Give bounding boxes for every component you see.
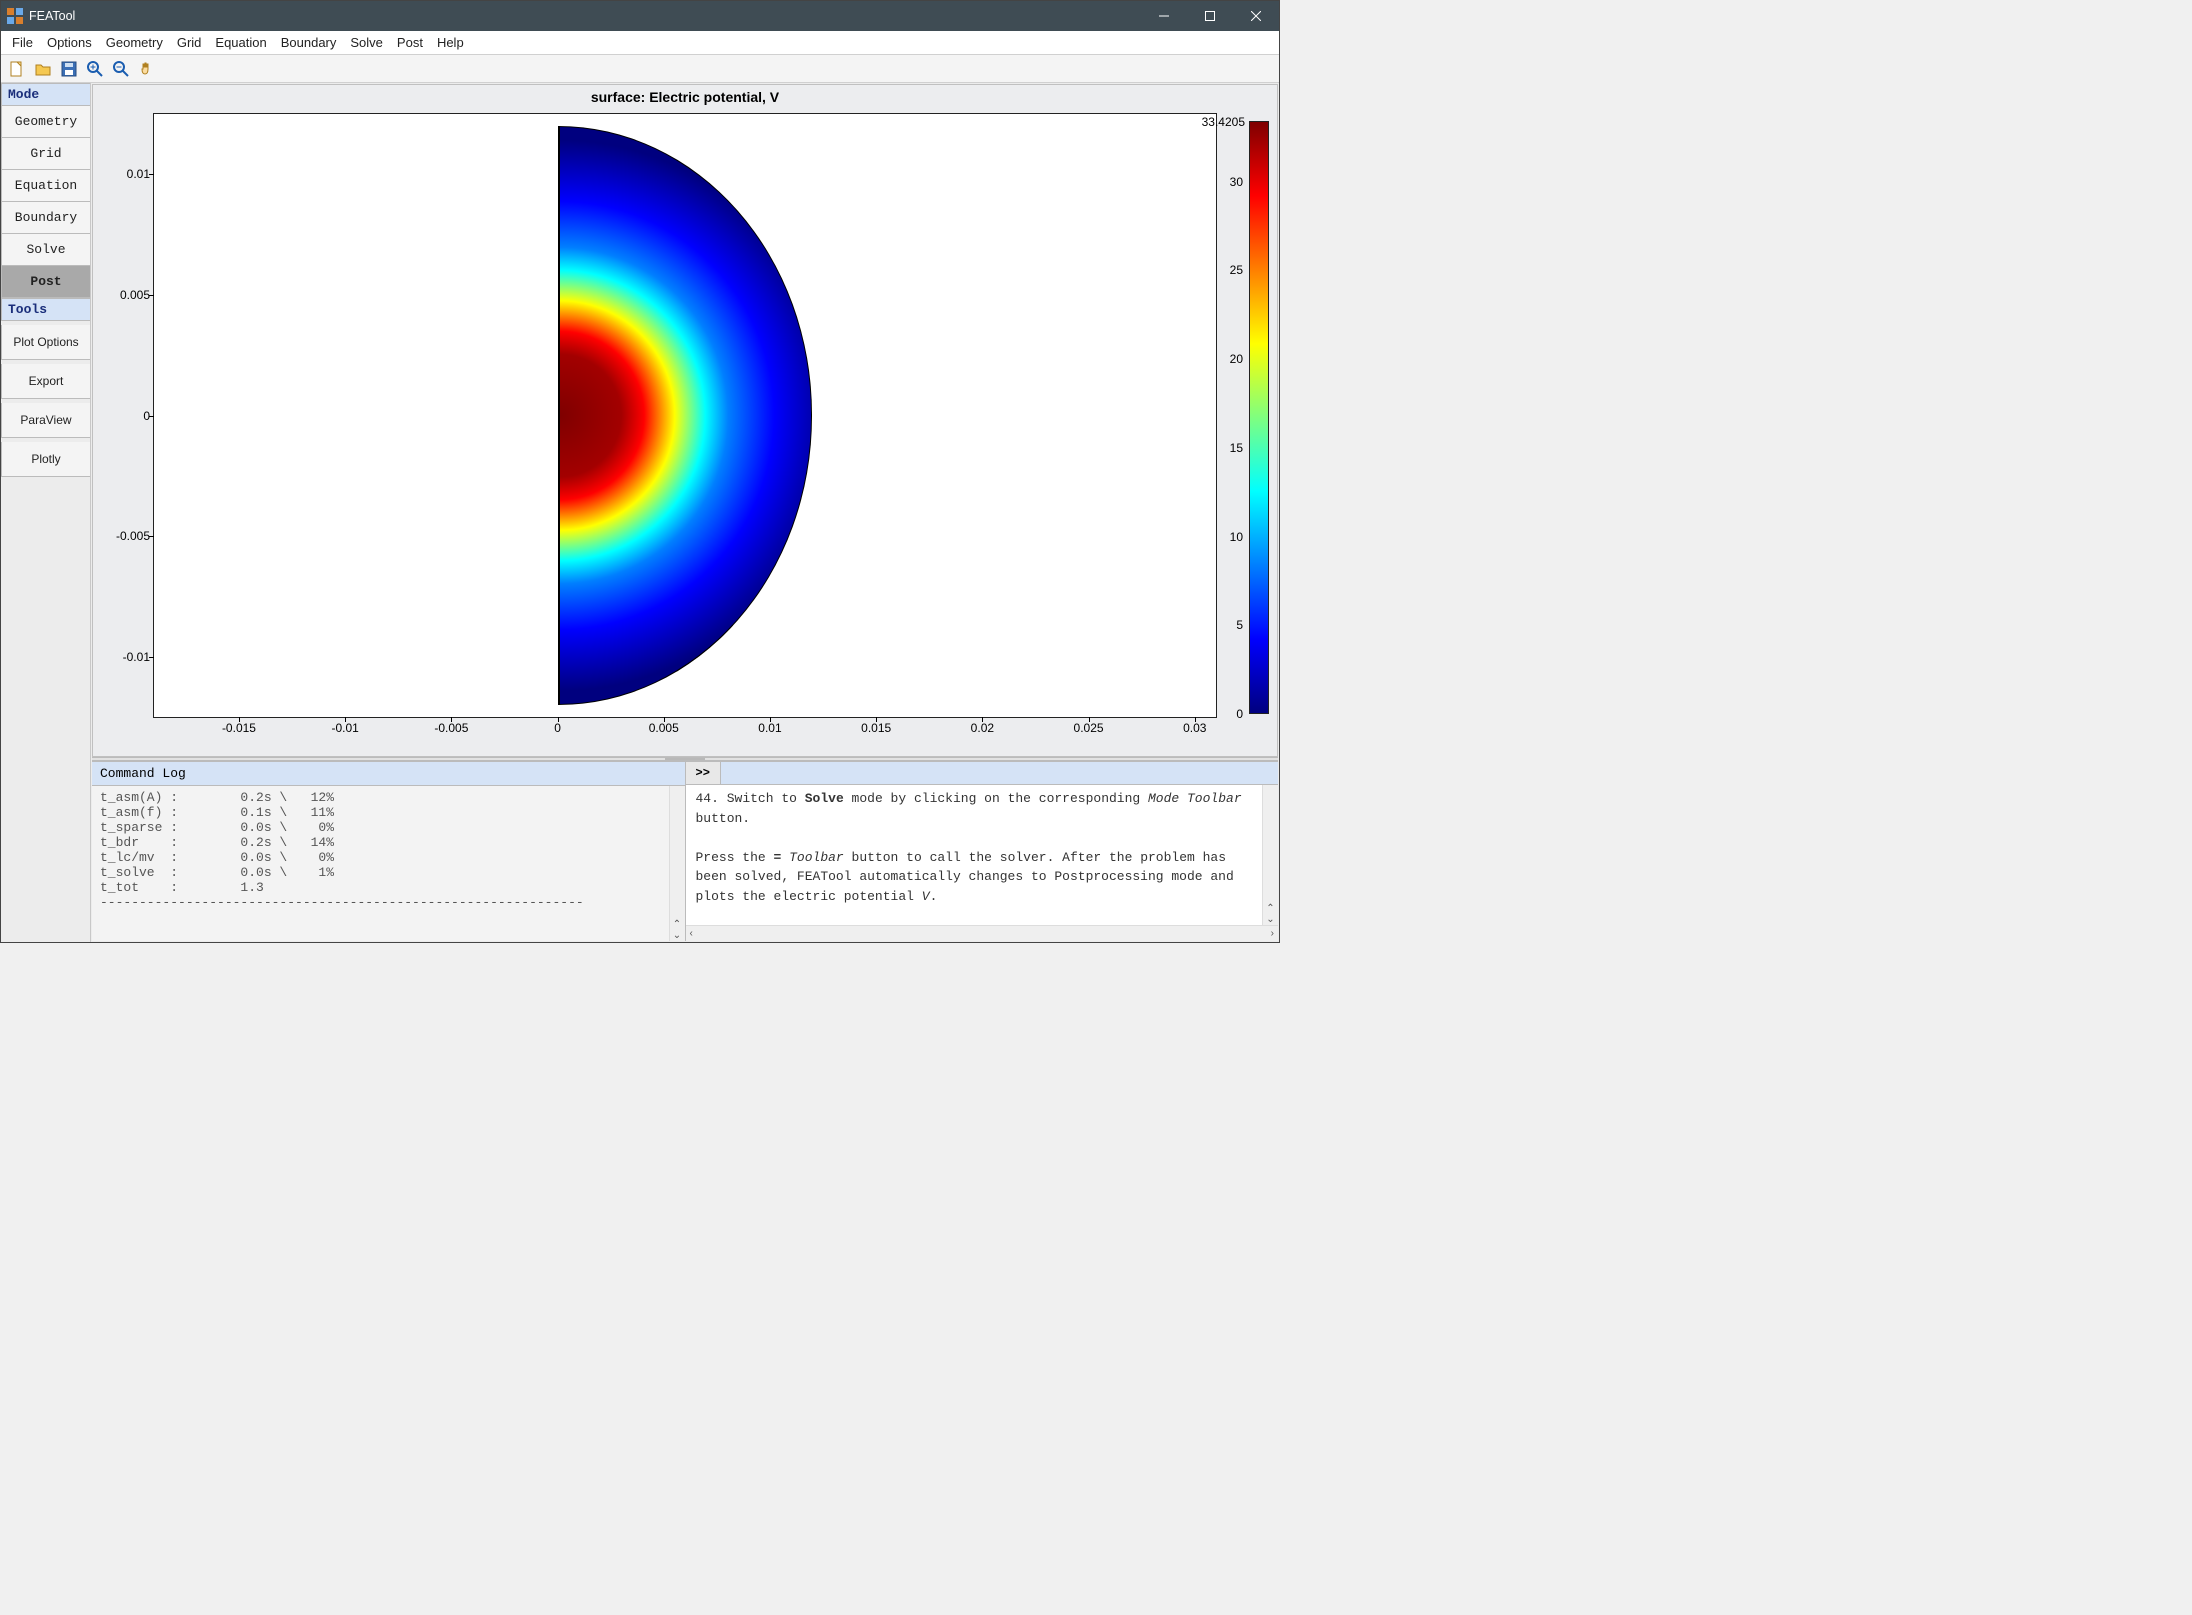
help-panel: >> 44. Switch to Solve mode by clicking … xyxy=(686,762,1279,941)
log-scrollbar[interactable]: ⌃⌄ xyxy=(669,786,685,941)
surface-plot xyxy=(558,126,813,705)
command-log-header: Command Log xyxy=(92,762,685,786)
x-tick: 0.01 xyxy=(758,721,781,735)
x-tick: -0.01 xyxy=(331,721,358,735)
colorbar-tick: 10 xyxy=(1230,530,1243,544)
command-input[interactable] xyxy=(721,762,1278,784)
colorbar-tick: 5 xyxy=(1236,618,1243,632)
x-tick: 0.015 xyxy=(861,721,891,735)
colorbar-tick: 30 xyxy=(1230,175,1243,189)
open-file-button[interactable] xyxy=(31,57,55,81)
mode-button-solve[interactable]: Solve xyxy=(1,234,90,266)
x-tick: 0.005 xyxy=(649,721,679,735)
pan-button[interactable] xyxy=(135,57,159,81)
colorbar: 051015202530 xyxy=(1249,121,1269,714)
app-window: FEATool FileOptionsGeometryGridEquationB… xyxy=(0,0,1280,943)
x-tick: -0.015 xyxy=(222,721,256,735)
mode-button-boundary[interactable]: Boundary xyxy=(1,202,90,234)
help-body[interactable]: 44. Switch to Solve mode by clicking on … xyxy=(686,785,1263,925)
minimize-button[interactable] xyxy=(1141,1,1187,31)
mode-button-post[interactable]: Post xyxy=(1,266,90,298)
colorbar-tick: 15 xyxy=(1230,441,1243,455)
icon-toolbar xyxy=(1,55,1279,83)
mode-button-grid[interactable]: Grid xyxy=(1,138,90,170)
x-tick: 0.025 xyxy=(1074,721,1104,735)
menu-geometry[interactable]: Geometry xyxy=(99,33,170,52)
menu-solve[interactable]: Solve xyxy=(343,33,390,52)
tool-button-paraview[interactable]: ParaView xyxy=(1,403,90,438)
tools-header: Tools xyxy=(1,298,90,321)
menu-equation[interactable]: Equation xyxy=(208,33,273,52)
x-tick: 0.03 xyxy=(1183,721,1206,735)
mode-header: Mode xyxy=(1,83,90,106)
close-button[interactable] xyxy=(1233,1,1279,31)
x-tick: 0 xyxy=(554,721,561,735)
window-title: FEATool xyxy=(29,9,1141,23)
tool-button-plot-options[interactable]: Plot Options xyxy=(1,325,90,360)
menu-boundary[interactable]: Boundary xyxy=(274,33,344,52)
command-log-body[interactable]: t_asm(A) : 0.2s \ 12% t_asm(f) : 0.1s \ … xyxy=(92,786,669,941)
colorbar-tick: 20 xyxy=(1230,352,1243,366)
plot-panel: surface: Electric potential, V -0.01-0.0… xyxy=(91,83,1279,942)
y-tick: 0.01 xyxy=(127,167,150,181)
menu-bar: FileOptionsGeometryGridEquationBoundaryS… xyxy=(1,31,1279,55)
save-button[interactable] xyxy=(57,57,81,81)
help-scrollbar[interactable]: ⌃⌄ xyxy=(1262,785,1278,925)
x-tick: 0.02 xyxy=(971,721,994,735)
help-hscrollbar[interactable]: ‹› xyxy=(686,925,1279,941)
y-tick: -0.005 xyxy=(116,529,150,543)
app-logo-icon xyxy=(7,8,23,24)
help-step: 44. xyxy=(696,791,719,806)
colorbar-tick: 25 xyxy=(1230,263,1243,277)
maximize-button[interactable] xyxy=(1187,1,1233,31)
main-area: Mode GeometryGridEquationBoundarySolvePo… xyxy=(1,83,1279,942)
mode-button-equation[interactable]: Equation xyxy=(1,170,90,202)
y-tick: -0.01 xyxy=(123,650,150,664)
zoom-out-button[interactable] xyxy=(109,57,133,81)
colorbar-gradient xyxy=(1249,121,1269,714)
new-file-button[interactable] xyxy=(5,57,29,81)
prompt-button[interactable]: >> xyxy=(686,762,721,784)
menu-options[interactable]: Options xyxy=(40,33,99,52)
plot-frame: surface: Electric potential, V -0.01-0.0… xyxy=(92,84,1278,757)
help-header: >> xyxy=(686,762,1279,785)
menu-help[interactable]: Help xyxy=(430,33,471,52)
mode-sidebar: Mode GeometryGridEquationBoundarySolvePo… xyxy=(1,83,91,942)
bottom-panels: Command Log t_asm(A) : 0.2s \ 12% t_asm(… xyxy=(92,761,1278,941)
mode-button-geometry[interactable]: Geometry xyxy=(1,106,90,138)
tool-button-plotly[interactable]: Plotly xyxy=(1,442,90,477)
zoom-in-button[interactable] xyxy=(83,57,107,81)
colorbar-tick: 0 xyxy=(1236,707,1243,721)
y-tick: 0.005 xyxy=(120,288,150,302)
x-tick: -0.005 xyxy=(434,721,468,735)
menu-grid[interactable]: Grid xyxy=(170,33,209,52)
horizontal-splitter[interactable] xyxy=(92,757,1278,761)
plot-axes[interactable]: -0.01-0.00500.0050.01-0.015-0.01-0.00500… xyxy=(153,113,1217,718)
menu-post[interactable]: Post xyxy=(390,33,430,52)
tool-button-export[interactable]: Export xyxy=(1,364,90,399)
colorbar-max-label: 33.4205 xyxy=(1202,115,1245,129)
plot-title: surface: Electric potential, V xyxy=(93,89,1277,105)
title-bar: FEATool xyxy=(1,1,1279,31)
menu-file[interactable]: File xyxy=(5,33,40,52)
command-log-panel: Command Log t_asm(A) : 0.2s \ 12% t_asm(… xyxy=(92,762,686,941)
